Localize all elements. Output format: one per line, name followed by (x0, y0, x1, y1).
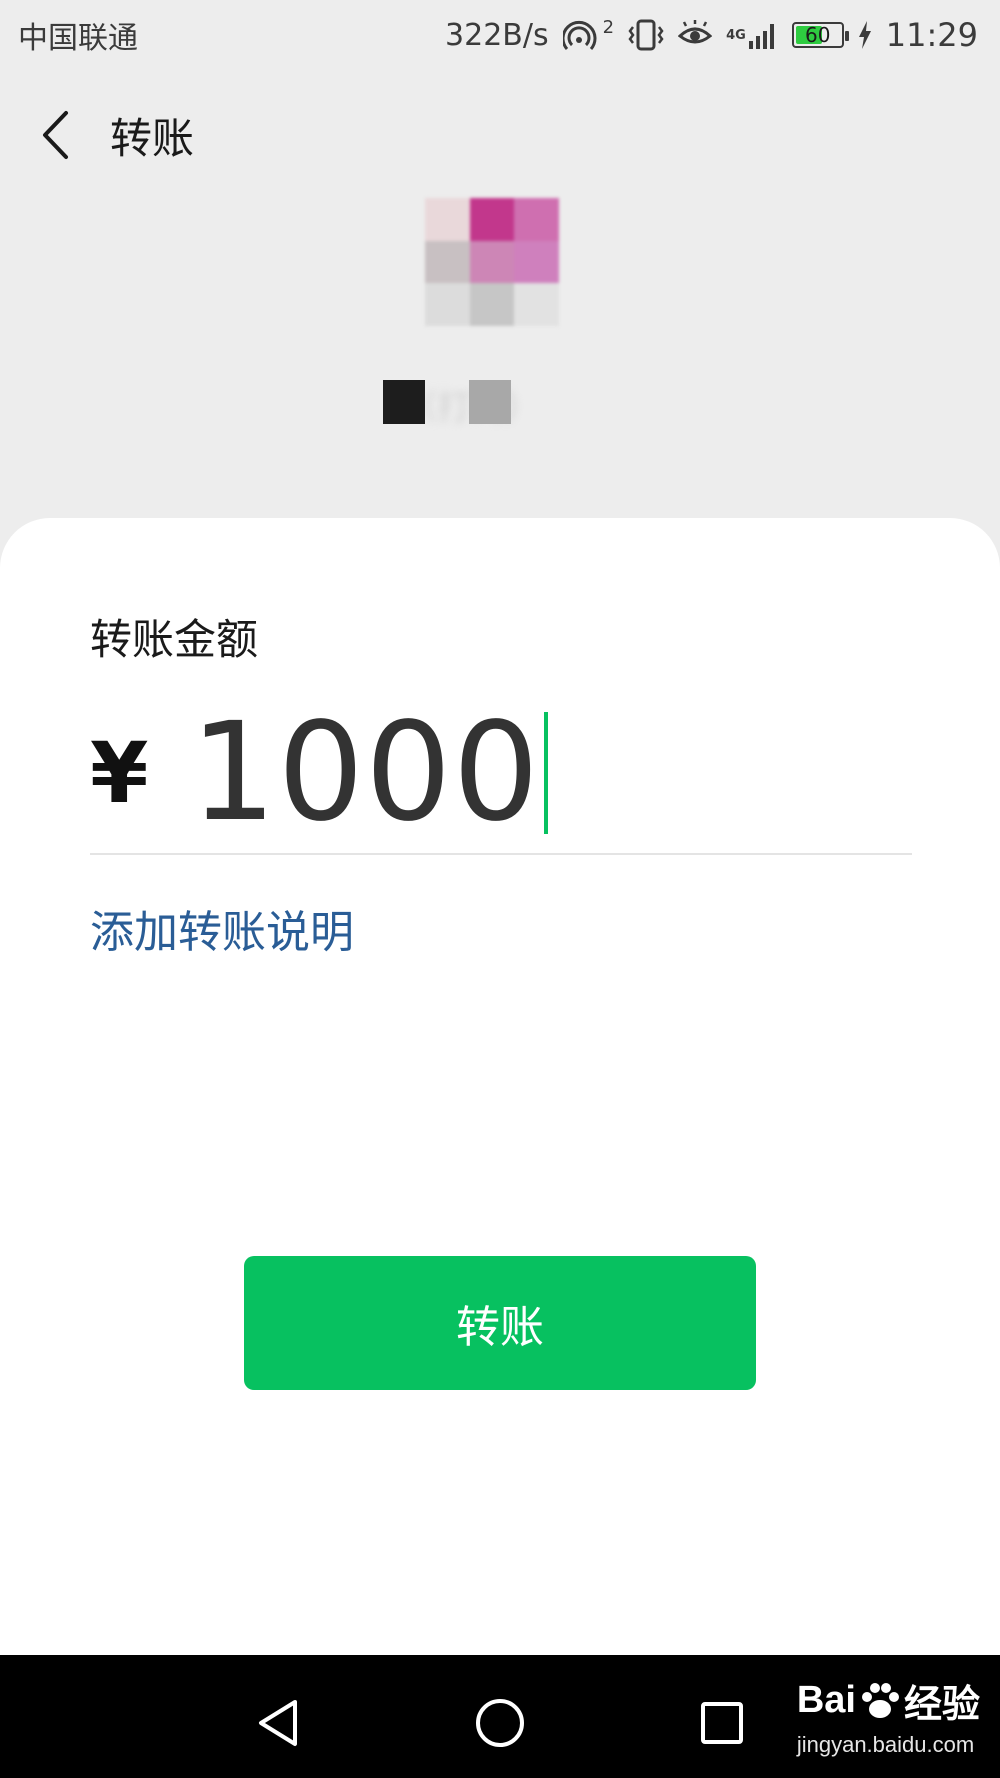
vibrate-icon (628, 18, 664, 52)
currency-symbol: ¥ (90, 724, 149, 822)
clock: 11:29 (885, 16, 978, 54)
hotspot-badge: 2 (602, 16, 615, 38)
battery-icon: 60 (791, 22, 849, 48)
watermark-brand-suffix: 经验 (903, 1684, 980, 1726)
amount-input[interactable]: ¥ 1000 (90, 698, 912, 848)
watermark-url: jingyan.baidu.com (796, 1732, 975, 1757)
square-recents-icon (701, 1702, 743, 1744)
charging-icon (858, 18, 872, 52)
chevron-left-icon (43, 111, 68, 159)
nav-back-button[interactable] (248, 1693, 308, 1753)
circle-home-icon (476, 1699, 524, 1747)
network-type: 4G (726, 27, 746, 43)
paw-icon (861, 1682, 899, 1718)
system-nav-bar: Bai 经验 jingyan.baidu.com (0, 1655, 1000, 1778)
watermark-logo: Bai 经验 (797, 1673, 980, 1728)
recipient-name: （打码） (383, 380, 539, 428)
recipient-avatar (425, 198, 559, 326)
eye-comfort-icon (678, 18, 713, 52)
text-cursor (544, 712, 549, 834)
nav-header: 转账 (0, 85, 1000, 185)
name-mask-block (383, 380, 425, 424)
nav-home-button[interactable] (470, 1693, 530, 1753)
amount-value[interactable]: 1000 (190, 705, 540, 841)
watermark-brand-prefix: Bai (796, 1679, 856, 1721)
baidu-jingyan-watermark: Bai 经验 jingyan.baidu.com (797, 1673, 980, 1758)
page-title: 转账 (110, 113, 195, 163)
amount-label: 转账金额 (90, 615, 259, 664)
back-button[interactable] (0, 85, 110, 185)
amount-divider (90, 853, 912, 855)
transfer-button[interactable]: 转账 (244, 1256, 756, 1390)
battery-level: 60 (805, 23, 831, 47)
status-icons: 322B/s 2 4G 60 11:29 (445, 16, 978, 54)
transfer-card: 转账金额 ¥ 1000 添加转账说明 转账 (0, 518, 1000, 1655)
hotspot-icon: 2 (562, 16, 615, 52)
carrier-name: 中国联通 (18, 21, 138, 56)
name-mask-block (469, 380, 511, 424)
net-speed: 322B/s (445, 17, 549, 53)
signal-4g-icon: 4G (726, 18, 778, 52)
status-bar: 中国联通 322B/s 2 4G 60 11:29 (0, 0, 1000, 70)
nav-recents-button[interactable] (692, 1693, 752, 1753)
triangle-back-icon (259, 1700, 297, 1746)
add-note-link[interactable]: 添加转账说明 (90, 896, 354, 960)
